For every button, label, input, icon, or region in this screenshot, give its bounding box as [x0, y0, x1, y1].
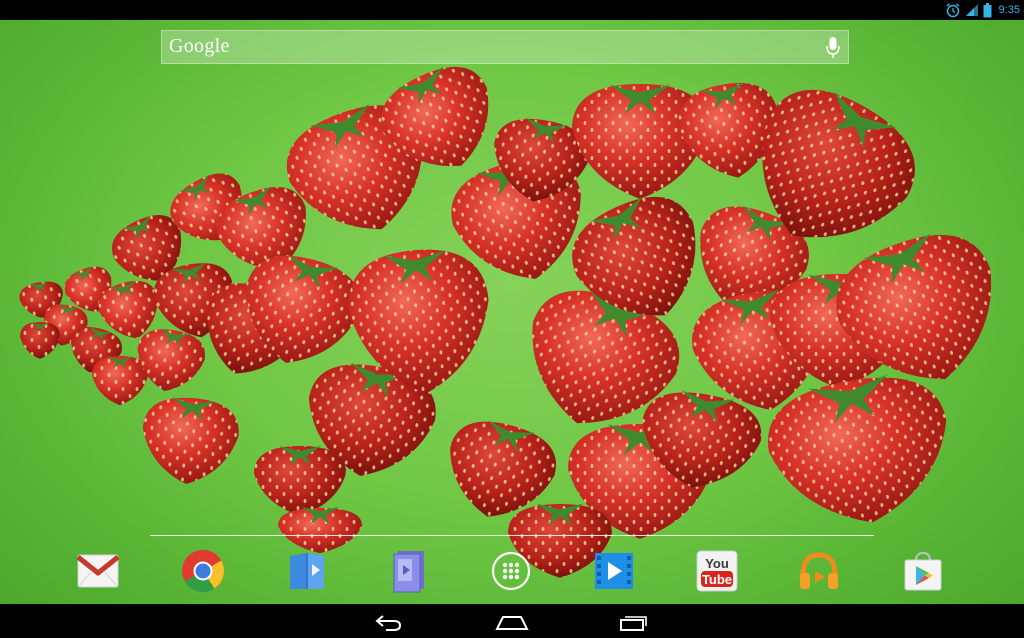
strawberry: [92, 356, 148, 406]
gmail-app-icon[interactable]: [75, 548, 121, 594]
play-books-icon: [290, 553, 324, 589]
google-logo[interactable]: Google: [169, 35, 230, 58]
play-store-icon: [904, 551, 942, 591]
youtube-icon: You Tube: [696, 550, 738, 592]
youtube-label-you: You: [705, 556, 729, 571]
back-button[interactable]: [369, 610, 409, 634]
gmail-icon: [76, 554, 120, 588]
recents-button[interactable]: [613, 610, 653, 634]
all-apps-button[interactable]: [488, 548, 534, 594]
mic-icon[interactable]: [826, 36, 840, 60]
dock-divider: [150, 535, 874, 536]
back-icon: [375, 615, 402, 631]
strawberry: [142, 397, 239, 484]
chrome-app-icon[interactable]: [180, 548, 226, 594]
google-search-bar[interactable]: Google: [161, 30, 849, 64]
play-magazines-icon: [393, 551, 424, 593]
home-screen: 9:35 Google You Tube: [0, 0, 1024, 638]
strawberry: [278, 506, 362, 554]
play-magazines-app-icon[interactable]: [387, 548, 433, 594]
play-music-icon: [800, 552, 838, 589]
home-icon: [495, 616, 529, 630]
play-movies-icon: [595, 553, 633, 589]
play-music-app-icon[interactable]: [796, 548, 842, 594]
alarm-icon: [946, 3, 960, 18]
play-movies-app-icon[interactable]: [591, 548, 637, 594]
youtube-label-tube: Tube: [702, 572, 732, 587]
strawberry: [20, 322, 60, 359]
play-books-app-icon[interactable]: [284, 548, 330, 594]
signal-icon: [965, 4, 978, 16]
status-bar: 9:35: [0, 0, 1024, 20]
strawberry: [254, 445, 346, 516]
home-button[interactable]: [492, 610, 532, 634]
recents-icon: [620, 616, 647, 631]
chrome-icon: [182, 549, 224, 592]
strawberry-wallpaper: [19, 66, 992, 578]
battery-icon: [983, 2, 992, 17]
play-store-app-icon[interactable]: [900, 548, 946, 594]
youtube-app-icon[interactable]: You Tube: [694, 548, 740, 594]
navigation-bar: [0, 604, 1024, 638]
clock-time: 9:35: [998, 4, 1020, 16]
all-apps-icon: [491, 551, 531, 591]
